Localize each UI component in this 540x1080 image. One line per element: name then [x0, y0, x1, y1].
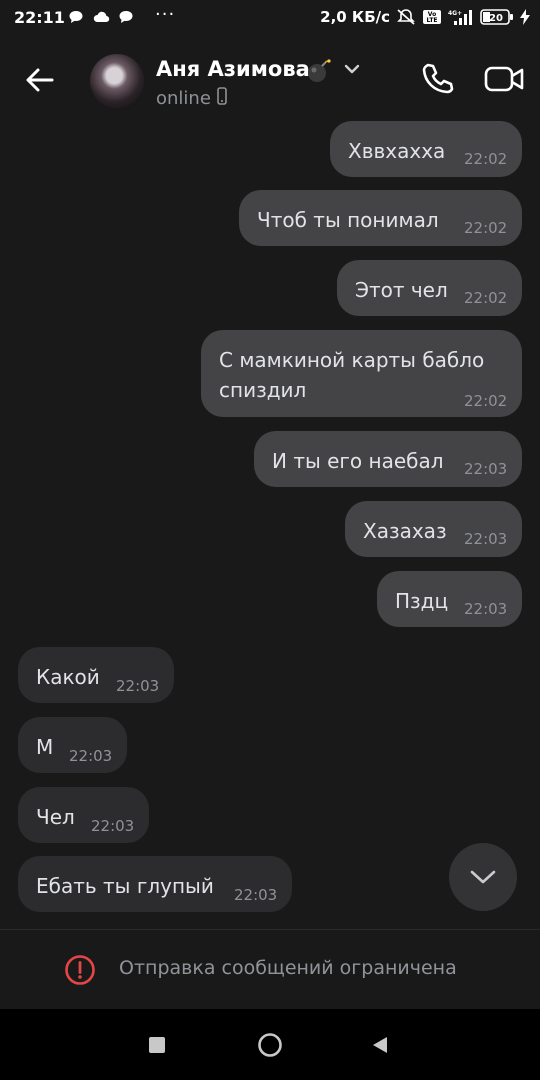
network-speed: 2,0 КБ/с [320, 8, 390, 26]
contact-name[interactable]: Аня Азимова [156, 57, 310, 81]
battery-icon: 20 [480, 9, 513, 25]
message-time: 22:03 [116, 677, 160, 695]
message-time: 22:03 [91, 817, 135, 835]
chevron-down-icon [470, 870, 496, 884]
svg-text:LTE: LTE [426, 17, 437, 24]
message-time: 22:02 [464, 219, 508, 237]
mobile-device-icon [217, 87, 227, 105]
charging-icon [520, 9, 530, 25]
video-call-icon[interactable] [484, 62, 526, 96]
message-time: 22:02 [464, 392, 508, 410]
message-text-line2: спиздил [219, 378, 307, 402]
message-time: 22:02 [464, 289, 508, 307]
chat-bubble-icon [119, 11, 133, 23]
outgoing-message[interactable]: И ты его наебал 22:03 [254, 431, 522, 487]
home-button[interactable] [257, 1032, 283, 1058]
bomb-emoji-icon [308, 59, 331, 82]
status-bar: 22:11 ··· 2,0 КБ/с Vo LTE 4G+ 20 [0, 0, 540, 38]
incoming-message[interactable]: Какой 22:03 [18, 647, 174, 703]
status-time: 22:11 [14, 8, 65, 27]
cloud-icon [93, 11, 110, 23]
message-time: 22:03 [464, 530, 508, 548]
system-nav-bar [0, 1009, 540, 1080]
scroll-to-bottom-button[interactable] [449, 843, 517, 911]
chevron-down-icon[interactable] [343, 60, 361, 78]
back-triangle-icon[interactable] [370, 1035, 390, 1055]
svg-text:4G+: 4G+ [448, 10, 462, 17]
avatar[interactable] [90, 54, 144, 108]
message-text: Какой [36, 665, 100, 689]
incoming-message[interactable]: М 22:03 [18, 717, 127, 773]
message-text: М [36, 735, 54, 759]
more-notifications-icon: ··· [155, 4, 176, 25]
message-time: 22:02 [464, 150, 508, 168]
messaging-restricted-bar: Отправка сообщений ограничена [0, 929, 540, 1010]
message-text: Этот чел [355, 278, 448, 302]
message-text: И ты его наебал [272, 449, 444, 473]
outgoing-message[interactable]: Хазахаз 22:03 [345, 501, 522, 557]
message-time: 22:03 [234, 886, 278, 904]
outgoing-message[interactable]: Этот чел 22:02 [337, 260, 522, 316]
back-arrow-icon[interactable] [22, 62, 58, 98]
outgoing-message[interactable]: С мамкиной карты бабло спиздил 22:02 [201, 330, 522, 417]
message-text: Хввхахха [348, 139, 446, 163]
message-time: 22:03 [69, 747, 113, 765]
message-text: С мамкиной карты бабло [219, 348, 485, 372]
restriction-text: Отправка сообщений ограничена [119, 957, 457, 979]
message-text: Чтоб ты понимал [257, 208, 439, 232]
outgoing-message[interactable]: Чтоб ты понимал 22:02 [239, 190, 522, 246]
online-status: online [156, 88, 211, 109]
message-text: Ебать ты глупый [36, 874, 214, 898]
outgoing-message[interactable]: Хввхахха 22:02 [330, 121, 522, 177]
message-time: 22:03 [464, 600, 508, 618]
chat-bubble-icon [69, 11, 83, 23]
warning-icon [65, 955, 95, 985]
message-text: Пздц [395, 589, 449, 613]
chat-header: Аня Азимова online [0, 38, 540, 122]
signal-icon: 4G+ [448, 10, 472, 25]
phone-call-icon[interactable] [418, 60, 456, 98]
volte-icon: VoLTE [423, 10, 441, 24]
message-time: 22:03 [464, 460, 508, 478]
battery-level: 20 [489, 13, 503, 24]
message-text: Чел [36, 805, 75, 829]
outgoing-message[interactable]: Пздц 22:03 [377, 571, 522, 627]
status-right: 2,0 КБ/с Vo LTE 4G+ 20 [320, 8, 530, 26]
incoming-message[interactable]: Чел 22:03 [18, 787, 149, 843]
message-text: Хазахаз [363, 519, 447, 543]
notification-icons [68, 9, 134, 25]
incoming-message[interactable]: Ебать ты глупый 22:03 [18, 856, 292, 912]
recent-apps-button[interactable] [149, 1037, 165, 1053]
mute-icon [397, 9, 415, 25]
